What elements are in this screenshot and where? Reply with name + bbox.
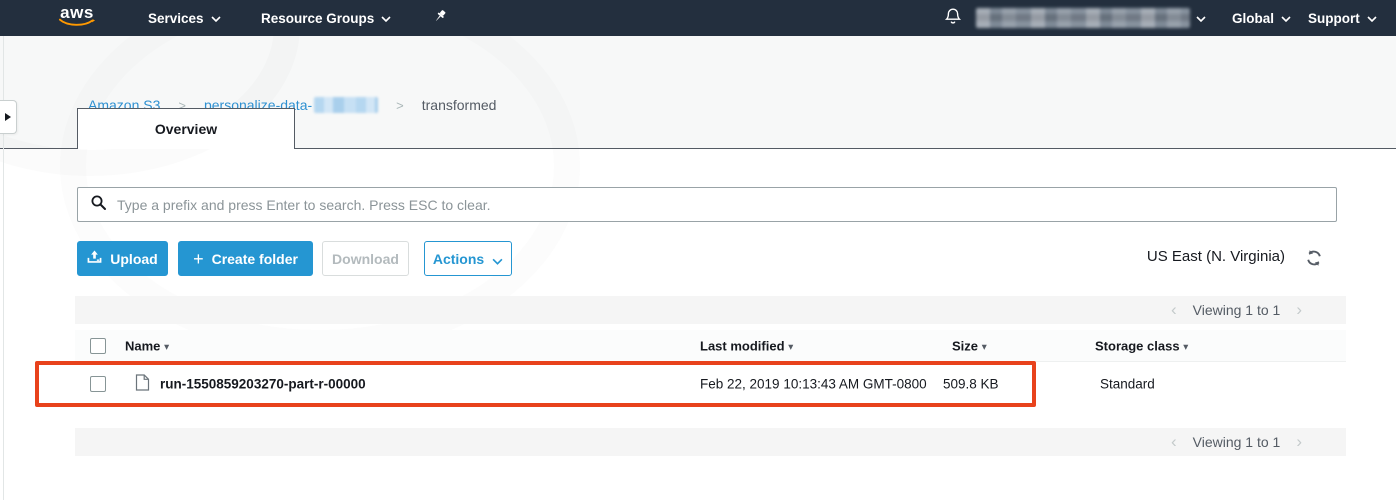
search-input[interactable] [117, 197, 1324, 213]
chevron-down-icon [492, 252, 503, 268]
breadcrumb-separator: > [396, 98, 404, 113]
current-region-label: US East (N. Virginia) [1120, 248, 1285, 265]
aws-logo[interactable]: aws [55, 4, 99, 32]
tab-overview[interactable]: Overview [77, 108, 295, 149]
page-prev-icon[interactable]: ‹ [1171, 435, 1177, 449]
s3-console-page: aws Services Resource Groups [0, 0, 1396, 500]
row-select-checkbox[interactable] [90, 376, 106, 392]
column-header-name[interactable]: Name ▾ [125, 338, 169, 353]
sort-caret-icon: ▾ [789, 341, 794, 351]
nav-support-label: Support [1308, 11, 1360, 26]
nav-services-menu[interactable]: Services [148, 0, 221, 36]
nav-pin-shortcut[interactable] [433, 0, 448, 36]
download-button-label: Download [332, 251, 399, 267]
aws-logo-text: aws [55, 4, 99, 21]
breadcrumb-current-folder: transformed [422, 97, 497, 113]
nav-region-label: Global [1232, 11, 1274, 26]
download-button[interactable]: Download [322, 241, 409, 276]
page-next-icon[interactable]: › [1296, 435, 1302, 449]
actions-dropdown-button[interactable]: Actions [424, 241, 512, 276]
nav-resource-groups-label: Resource Groups [261, 11, 374, 26]
chevron-down-icon [211, 16, 221, 22]
refresh-icon[interactable] [1305, 249, 1323, 267]
select-all-checkbox[interactable] [90, 338, 106, 354]
object-table-row[interactable]: run-1550859203270-part-r-00000 Feb 22, 2… [75, 362, 1346, 406]
chevron-down-icon [1281, 16, 1291, 22]
column-header-storage-class-label: Storage class [1095, 338, 1180, 353]
create-folder-button[interactable]: + Create folder [178, 241, 313, 276]
account-menu-caret[interactable] [1196, 0, 1206, 36]
chevron-down-icon [1196, 16, 1206, 22]
object-storage-class: Standard [1100, 377, 1155, 392]
chevron-down-icon [1367, 16, 1377, 22]
bucket-name-redacted [314, 97, 378, 113]
account-name-redacted[interactable] [976, 8, 1190, 28]
object-size: 509.8 KB [943, 377, 999, 392]
sort-caret-icon: ▾ [164, 341, 169, 351]
object-last-modified: Feb 22, 2019 10:13:43 AM GMT-0800 [700, 377, 927, 392]
nav-region-menu[interactable]: Global [1232, 0, 1291, 36]
page-header-band: Amazon S3 > personalize-data- > transfor… [0, 36, 1396, 149]
file-icon [135, 374, 150, 395]
nav-support-menu[interactable]: Support [1308, 0, 1377, 36]
viewing-count-top: Viewing 1 to 1 [1193, 302, 1281, 318]
pushpin-icon [433, 9, 448, 27]
page-prev-icon[interactable]: ‹ [1171, 303, 1177, 317]
create-folder-button-label: Create folder [212, 251, 298, 267]
page-next-icon[interactable]: › [1296, 303, 1302, 317]
column-header-size-label: Size [952, 338, 978, 353]
sort-caret-icon: ▾ [1184, 341, 1189, 351]
bell-icon [944, 7, 962, 29]
upload-icon [87, 250, 102, 267]
column-header-name-label: Name [125, 338, 160, 353]
column-header-size[interactable]: Size ▾ [952, 338, 987, 353]
expand-side-panel-button[interactable] [0, 100, 17, 134]
upload-button[interactable]: Upload [77, 241, 168, 276]
nav-services-label: Services [148, 11, 204, 26]
upload-button-label: Upload [110, 251, 157, 267]
search-icon [90, 194, 107, 216]
column-header-storage-class[interactable]: Storage class ▾ [1095, 338, 1188, 353]
chevron-down-icon [381, 16, 391, 22]
nav-notifications[interactable] [944, 0, 962, 36]
objects-table-header: Name ▾ Last modified ▾ Size ▾ Storage class… [75, 330, 1346, 362]
actions-button-label: Actions [433, 251, 484, 267]
top-nav-bar: aws Services Resource Groups [0, 0, 1396, 36]
caret-right-icon [5, 113, 11, 121]
nav-resource-groups-menu[interactable]: Resource Groups [261, 0, 391, 36]
plus-icon: + [193, 252, 204, 266]
pagination-bar-bottom: ‹ Viewing 1 to 1 › [75, 428, 1346, 456]
column-header-last-modified[interactable]: Last modified ▾ [700, 338, 793, 353]
tab-overview-label: Overview [155, 121, 217, 137]
sort-caret-icon: ▾ [982, 341, 987, 351]
prefix-search-box [77, 187, 1337, 222]
object-name-link[interactable]: run-1550859203270-part-r-00000 [160, 377, 366, 392]
viewing-count-bottom: Viewing 1 to 1 [1193, 434, 1281, 450]
pagination-bar-top: ‹ Viewing 1 to 1 › [75, 296, 1346, 324]
column-header-last-modified-label: Last modified [700, 338, 785, 353]
